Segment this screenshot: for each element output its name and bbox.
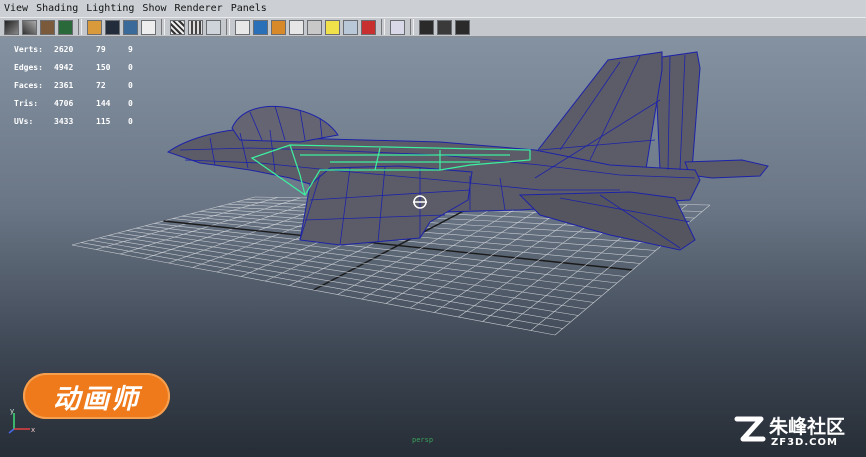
render-view-icon[interactable] [390,19,405,35]
hud-label: Edges: [14,62,43,72]
hud-value: 2361 [54,80,74,90]
hud-value: 150 [96,62,111,72]
shadows-icon[interactable] [253,19,268,35]
hud-value: 0 [128,80,133,90]
hud-label: Verts: [14,44,43,54]
camera-attributes-icon[interactable] [4,19,19,35]
uv-editor-icon[interactable] [437,19,452,35]
hud-value: 115 [96,116,111,126]
wireframe-icon[interactable] [170,19,185,35]
watermark-subtitle: ZF3D.COM [771,437,838,448]
hud-icon[interactable] [343,19,358,35]
hud-label: Faces: [14,80,43,90]
z-logo-icon [734,416,766,442]
xray-icon[interactable] [289,19,304,35]
hud-label: Tris: [14,98,39,108]
menu-shading[interactable]: Shading [35,3,79,14]
hud-value: 72 [96,80,106,90]
maya-window: View Shading Lighting Show Renderer Pane… [0,0,866,457]
hud-value: 4942 [54,62,74,72]
rear-tailplane [518,191,696,251]
poly-count-hud: Verts: 2620 79 9 Edges: 4942 150 0 Faces… [14,40,148,130]
hud-row-verts: Verts: 2620 79 9 [14,40,148,58]
hud-row-edges: Edges: 4942 150 0 [14,58,148,76]
isolate-icon[interactable] [271,19,286,35]
toolbar-separator [161,19,165,35]
panel-toolbar [0,17,866,37]
menu-panels[interactable]: Panels [230,3,268,14]
textured-icon[interactable] [206,19,221,35]
menu-show[interactable]: Show [141,3,167,14]
menu-renderer[interactable]: Renderer [174,3,224,14]
toolbar-separator [381,19,385,35]
grid-line [90,239,571,323]
axis-x-label: x [31,426,35,434]
toolbar-separator [78,19,82,35]
hud-value: 0 [128,98,133,108]
grid-icon[interactable] [87,19,102,35]
image-plane-icon[interactable] [40,19,55,35]
watermark-title: 朱峰社区 [769,416,846,438]
hud-value: 9 [128,44,133,54]
watermark: 朱峰社区 ZF3D.COM [733,410,859,454]
grid-toggle-icon[interactable] [361,19,376,35]
hud-value: 2620 [54,44,74,54]
menu-lighting[interactable]: Lighting [85,3,135,14]
film-gate-icon[interactable] [105,19,120,35]
lights-icon[interactable] [235,19,250,35]
camera-name-label: persp [412,436,434,444]
resolution-gate-icon[interactable] [123,19,138,35]
axis-gizmo: y x [8,407,35,434]
xray-components-icon[interactable] [325,19,340,35]
hud-row-tris: Tris: 4706 144 0 [14,94,148,112]
panel-menu-bar: View Shading Lighting Show Renderer Pane… [0,0,866,17]
toolbar-separator [410,19,414,35]
playblast-icon[interactable] [455,19,470,35]
2d-pan-zoom-icon[interactable] [58,19,73,35]
hud-value: 0 [128,116,133,126]
hud-value: 4706 [54,98,74,108]
hud-value: 79 [96,44,106,54]
bookmark-icon[interactable] [22,19,37,35]
main-wing [299,165,473,246]
gate-mask-icon[interactable] [141,19,156,35]
logo-badge: 动画师 [23,373,170,419]
toolbar-separator [226,19,230,35]
hud-value: 144 [96,98,111,108]
xray-joints-icon[interactable] [307,19,322,35]
menu-view[interactable]: View [3,3,29,14]
smooth-shade-icon[interactable] [188,19,203,35]
axis-y-label: y [10,407,14,415]
snapshot-icon[interactable] [419,19,434,35]
hud-value: 0 [128,62,133,72]
hud-label: UVs: [14,116,34,126]
hud-value: 3433 [54,116,74,126]
hud-row-faces: Faces: 2361 72 0 [14,76,148,94]
hud-row-uvs: UVs: 3433 115 0 [14,112,148,130]
